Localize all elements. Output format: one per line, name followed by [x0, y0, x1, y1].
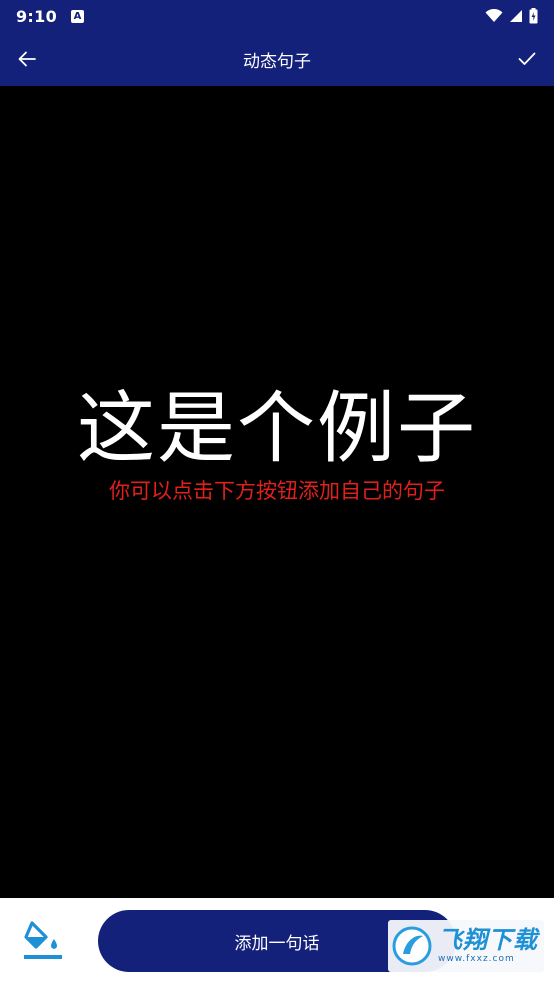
- notification-a-icon: A: [71, 9, 84, 23]
- example-sentence: 这是个例子: [76, 384, 477, 474]
- page-title: 动态句子: [243, 51, 311, 72]
- color-picker-button[interactable]: [20, 918, 66, 964]
- check-icon: [518, 52, 536, 65]
- app-bar: 动态句子: [0, 32, 554, 86]
- bottom-toolbar: 添加一句话 飞翔下载 www.fxxz.com: [0, 898, 554, 984]
- status-bar: 9:10 A: [0, 0, 554, 32]
- status-icons: [485, 8, 538, 24]
- status-time: 9:10: [16, 6, 57, 26]
- arrow-left-icon: [18, 51, 36, 67]
- back-button[interactable]: [0, 32, 54, 86]
- watermark-brand: 飞翔下载: [438, 926, 538, 954]
- signal-icon: [510, 10, 522, 22]
- battery-icon: [529, 8, 538, 24]
- wifi-icon: [485, 9, 503, 22]
- confirm-button[interactable]: [500, 32, 554, 86]
- watermark-url: www.fxxz.com: [438, 954, 515, 964]
- hint-sentence: 你可以点击下方按钮添加自己的句子: [109, 479, 445, 503]
- screen: 9:10 A 动态句子 这是个例子 你可以点击下方按钮添加自己的句子 添加一句话…: [0, 0, 554, 984]
- sentence-preview[interactable]: 这是个例子 你可以点击下方按钮添加自己的句子: [0, 86, 554, 898]
- watermark-logo-icon: [392, 926, 432, 966]
- paint-bucket-icon: [24, 921, 62, 959]
- watermark: 飞翔下载 www.fxxz.com: [388, 920, 544, 972]
